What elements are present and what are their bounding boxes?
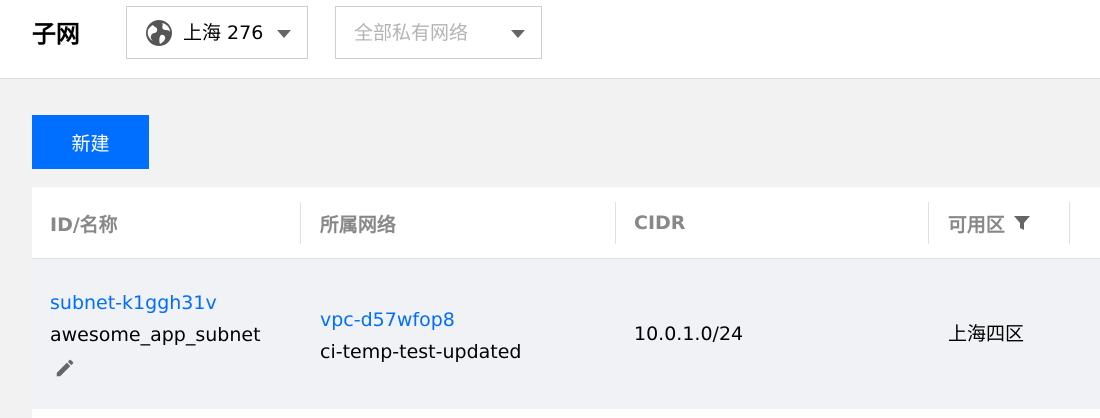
column-divider: [928, 202, 929, 244]
vpc-select[interactable]: 全部私有网络: [335, 6, 542, 59]
cidr-value: 10.0.1.0/24: [634, 323, 744, 345]
top-bar: 子网 上海 276 全部私有网络: [0, 0, 1100, 79]
chevron-down-icon: [277, 30, 291, 38]
subnet-id-link[interactable]: subnet-k1ggh31v: [50, 288, 217, 318]
filter-icon[interactable]: [1013, 214, 1031, 232]
pencil-icon[interactable]: [54, 357, 76, 379]
subnet-name: awesome_app_subnet: [50, 324, 261, 346]
subnet-table: ID/名称 所属网络 CIDR 可用区 subnet-k1ggh31v awes…: [32, 187, 1100, 418]
chevron-down-icon: [511, 30, 525, 38]
column-divider: [615, 202, 616, 244]
column-divider: [1069, 202, 1070, 244]
table-row: subnet-k1ggh31v awesome_app_subnet vpc-d…: [32, 259, 1100, 409]
column-header-vpc: 所属网络: [320, 213, 397, 236]
column-header-zone-label: 可用区: [948, 213, 1006, 236]
column-header-zone[interactable]: 可用区: [948, 187, 1031, 259]
page-title: 子网: [32, 20, 80, 48]
table-header: ID/名称 所属网络 CIDR 可用区: [32, 187, 1100, 259]
new-button[interactable]: 新建: [32, 115, 149, 169]
column-header-id-name: ID/名称: [50, 213, 118, 236]
region-select[interactable]: 上海 276: [126, 6, 308, 59]
column-divider: [300, 202, 301, 244]
globe-icon: [146, 19, 172, 46]
region-select-value: 上海 276: [183, 21, 264, 44]
vpc-select-placeholder: 全部私有网络: [354, 21, 469, 44]
zone-value: 上海四区: [948, 323, 1025, 345]
column-header-cidr: CIDR: [634, 212, 686, 234]
vpc-id-link[interactable]: vpc-d57wfop8: [320, 305, 455, 335]
vpc-name: ci-temp-test-updated: [320, 341, 522, 363]
